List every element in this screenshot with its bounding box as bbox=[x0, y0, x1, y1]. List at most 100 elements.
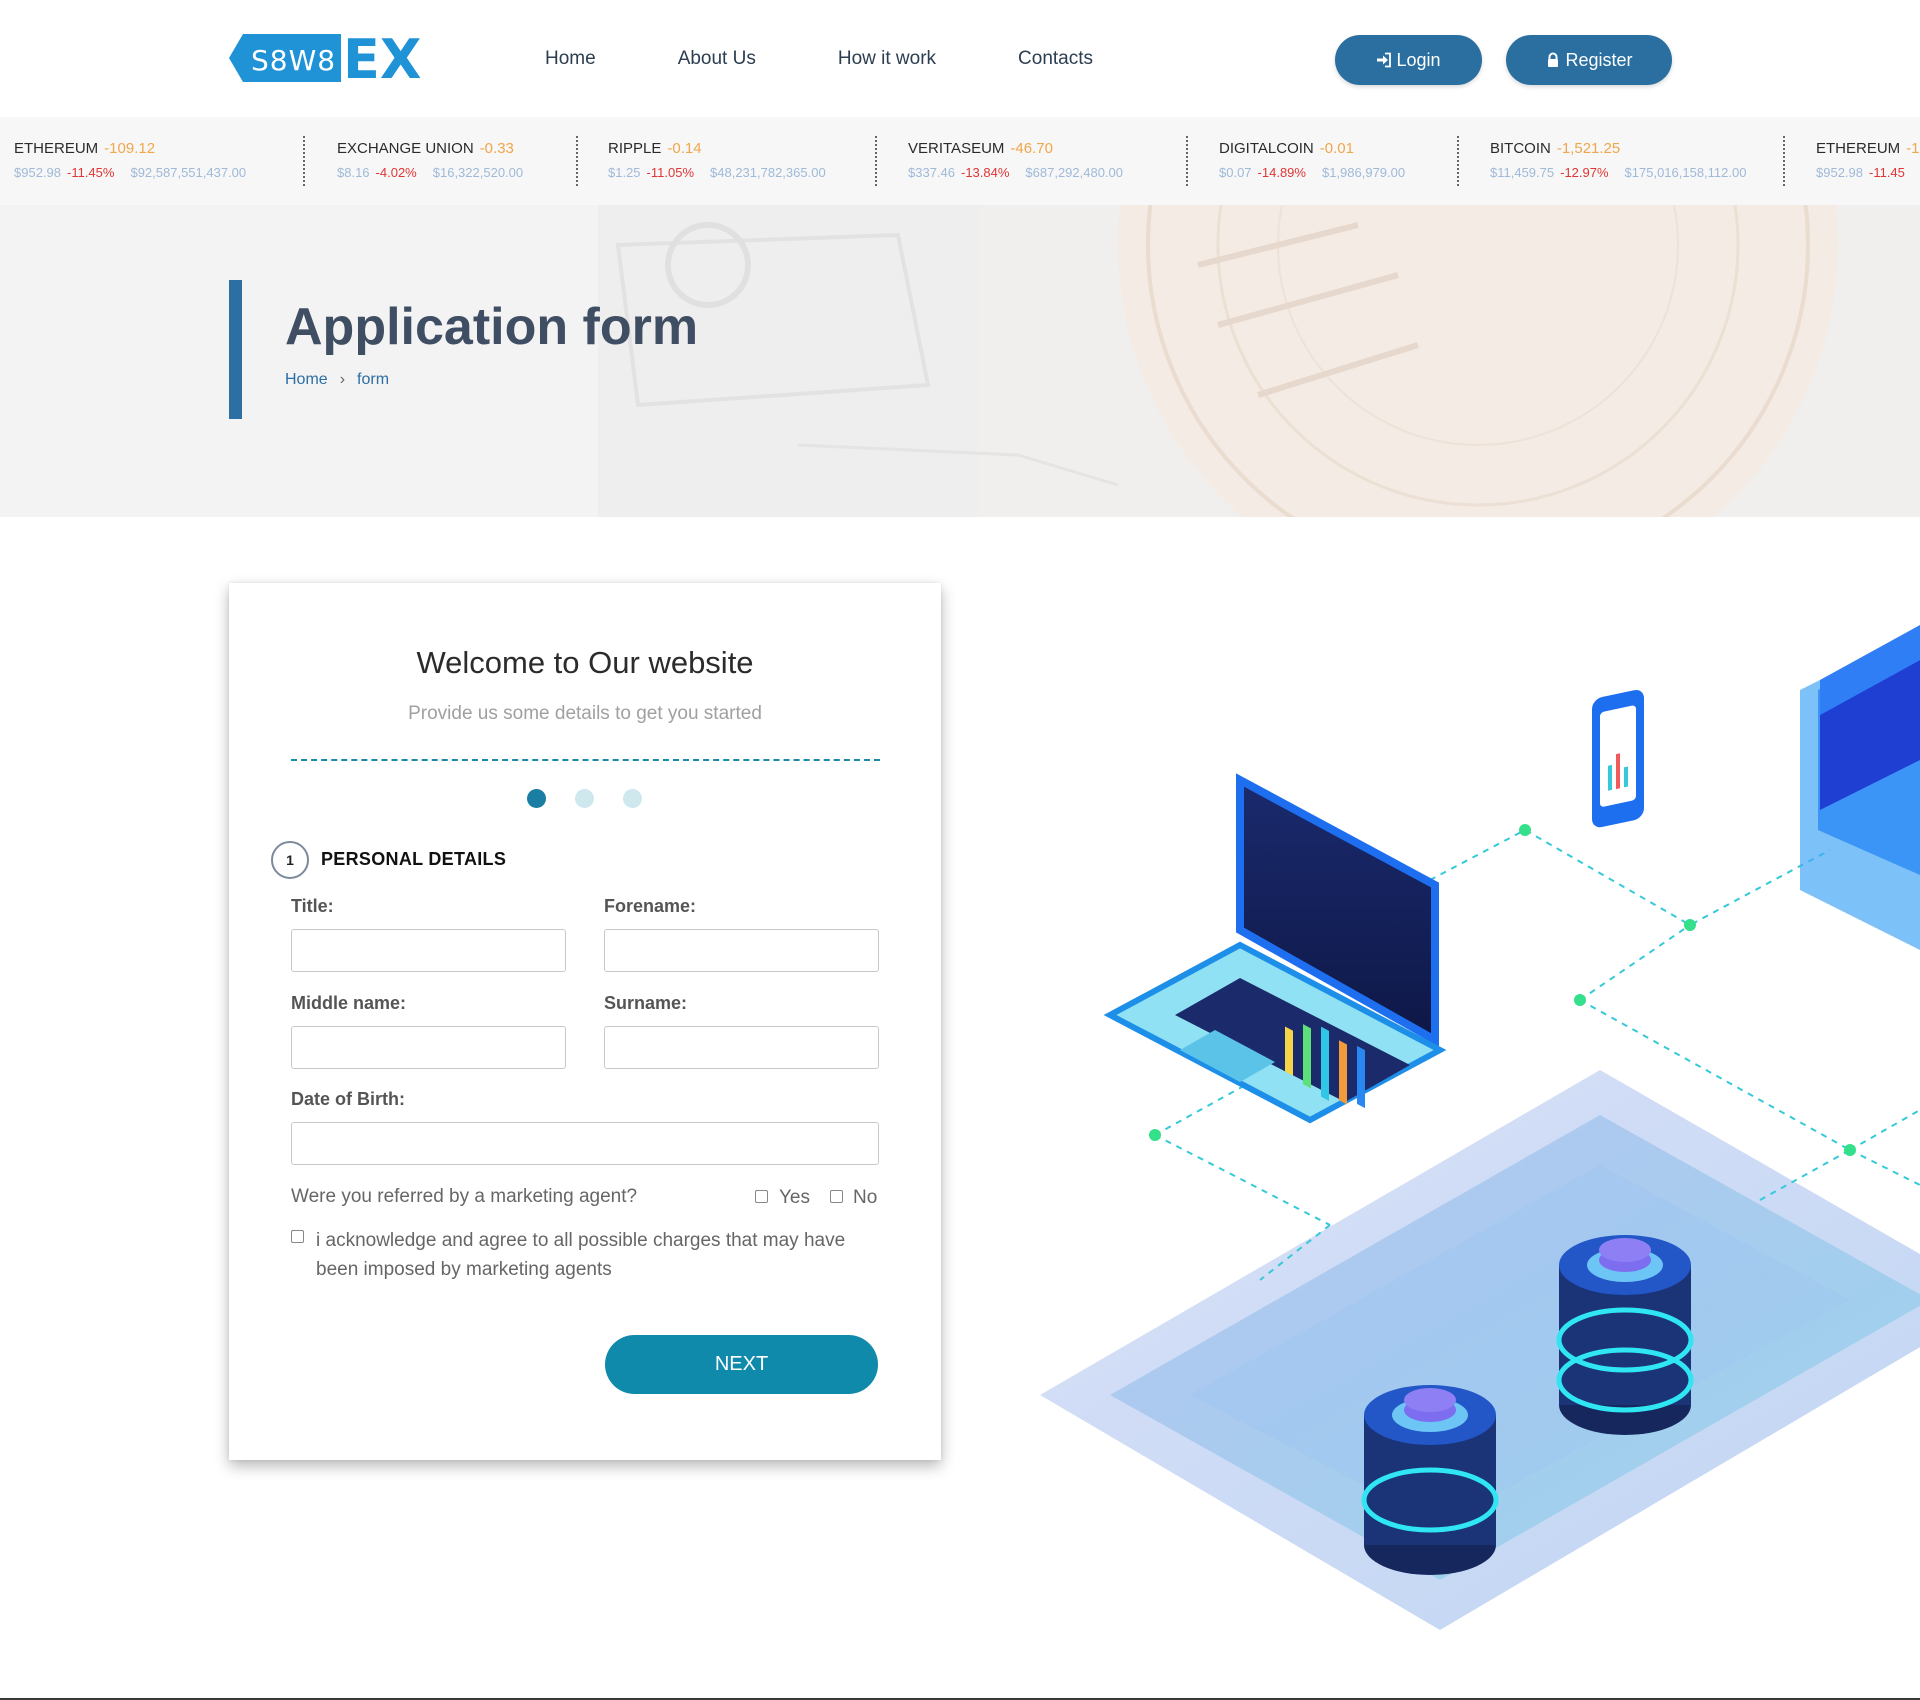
coin-stack-icon bbox=[1556, 1235, 1694, 1435]
sign-in-icon bbox=[1377, 52, 1392, 68]
coin-stack-icon bbox=[1361, 1385, 1499, 1575]
main-nav: Home About Us How it work Contacts bbox=[545, 46, 1093, 72]
forename-label: Forename: bbox=[604, 896, 697, 916]
middle-name-label: Middle name: bbox=[291, 993, 407, 1013]
surname-input[interactable] bbox=[604, 1026, 879, 1069]
coin-change: -0.01 bbox=[1319, 140, 1354, 157]
login-button[interactable]: Login bbox=[1335, 35, 1482, 85]
date-of-birth-label: Date of Birth: bbox=[291, 1089, 405, 1109]
step-title: PERSONAL DETAILS bbox=[321, 849, 507, 869]
login-label: Login bbox=[1396, 49, 1441, 70]
coin-cap: $92,587,551,437.00 bbox=[130, 165, 247, 180]
acknowledge-text: i acknowledge and agree to all possible … bbox=[316, 1230, 846, 1280]
coin-name: ETHEREUM bbox=[1816, 140, 1901, 157]
ticker-divider bbox=[576, 136, 578, 186]
coin-price: $952.98 bbox=[14, 165, 61, 180]
acknowledge-checkbox[interactable] bbox=[291, 1230, 304, 1243]
coin-change: -0.14 bbox=[667, 140, 702, 157]
coin-percent: -14.89% bbox=[1257, 165, 1306, 180]
step-dot-active[interactable] bbox=[527, 789, 546, 808]
coin-name: RIPPLE bbox=[608, 140, 662, 157]
coin-change: -1,521.25 bbox=[1556, 140, 1621, 157]
coin-name: DIGITALCOIN bbox=[1219, 140, 1314, 157]
ticker-item[interactable]: ETHEREUM -1 $952.98 -11.45 bbox=[1816, 139, 1920, 189]
banner-accent-bar bbox=[229, 280, 242, 419]
lock-icon bbox=[1548, 52, 1559, 67]
page-banner: Application form Home › form bbox=[0, 205, 1920, 517]
ticker-item[interactable]: EXCHANGE UNION -0.33 $8.16 -4.02% $16,322,5… bbox=[337, 139, 523, 189]
ticker-item[interactable]: ETHEREUM -109.12 $952.98 -11.45% $92,587,55… bbox=[14, 139, 246, 189]
laptop-icon bbox=[1103, 773, 1447, 1124]
step-dot[interactable] bbox=[623, 789, 642, 808]
ticker-item[interactable]: DIGITALCOIN -0.01 $0.07 -14.89% $1,986,979.… bbox=[1219, 139, 1405, 189]
coin-name: ETHEREUM bbox=[14, 140, 99, 157]
coin-price: $952.98 bbox=[1816, 165, 1863, 180]
step-dot[interactable] bbox=[575, 789, 594, 808]
form-heading: Welcome to Our website bbox=[416, 645, 754, 680]
bitcoin-background-image bbox=[598, 205, 1920, 517]
ticker-item[interactable]: BITCOIN -1,521.25 $11,459.75 -12.97% $175,0… bbox=[1490, 139, 1746, 189]
ticker-divider bbox=[1457, 136, 1459, 186]
nav-contacts[interactable]: Contacts bbox=[1018, 46, 1093, 72]
coin-percent: -13.84% bbox=[961, 165, 1010, 180]
referral-yes-checkbox[interactable] bbox=[755, 1190, 768, 1203]
server-cube-icon bbox=[1800, 625, 1920, 950]
coin-price: $11,459.75 bbox=[1490, 165, 1555, 180]
coin-change: -0.33 bbox=[479, 140, 514, 157]
step-indicator bbox=[527, 789, 671, 808]
coin-percent: -11.45 bbox=[1869, 165, 1905, 180]
coin-name: BITCOIN bbox=[1490, 140, 1551, 157]
ticker-divider bbox=[1783, 136, 1785, 186]
coin-percent: -12.97% bbox=[1560, 165, 1609, 180]
coin-price: $0.07 bbox=[1219, 165, 1252, 180]
breadcrumb: Home › form bbox=[285, 371, 389, 389]
nav-home[interactable]: Home bbox=[545, 46, 596, 72]
coin-name: VERITASEUM bbox=[908, 140, 1005, 157]
ticker-divider bbox=[875, 136, 877, 186]
coin-cap: $48,231,782,365.00 bbox=[710, 165, 826, 180]
svg-text:EX: EX bbox=[343, 30, 422, 86]
svg-text:S8W8: S8W8 bbox=[251, 44, 336, 77]
coin-price: $8.16 bbox=[337, 165, 370, 180]
coin-cap: $1,986,979.00 bbox=[1321, 165, 1406, 180]
referral-yes-label: Yes bbox=[779, 1187, 810, 1208]
coin-cap: $687,292,480.00 bbox=[1025, 165, 1124, 180]
register-label: Register bbox=[1565, 49, 1633, 70]
breadcrumb-current: form bbox=[357, 371, 390, 388]
nav-how-it-work[interactable]: How it work bbox=[838, 46, 936, 72]
breadcrumb-home[interactable]: Home bbox=[285, 371, 328, 388]
price-ticker: ETHEREUM -109.12 $952.98 -11.45% $92,587,55… bbox=[0, 117, 1920, 205]
coin-percent: -4.02% bbox=[375, 165, 417, 180]
coin-change: -109.12 bbox=[104, 140, 156, 157]
breadcrumb-separator: › bbox=[339, 371, 346, 388]
middle-name-input[interactable] bbox=[291, 1026, 566, 1069]
coin-cap: $16,322,520.00 bbox=[432, 165, 524, 180]
crypto-network-illustration bbox=[1040, 625, 1920, 1630]
surname-label: Surname: bbox=[604, 993, 688, 1013]
ticker-divider bbox=[303, 136, 305, 186]
coin-percent: -11.05% bbox=[646, 165, 695, 180]
coin-price: $337.46 bbox=[908, 165, 955, 180]
step-number-badge: 1 bbox=[271, 841, 309, 879]
coin-change: -1 bbox=[1906, 140, 1920, 157]
application-form-card: Welcome to Our website Provide us some d… bbox=[229, 583, 941, 1460]
title-label: Title: bbox=[291, 896, 334, 916]
ticker-item[interactable]: RIPPLE -0.14 $1.25 -11.05% $48,231,782,365.… bbox=[608, 139, 826, 189]
referral-question: Were you referred by a marketing agent? bbox=[291, 1186, 638, 1207]
coin-name: EXCHANGE UNION bbox=[337, 140, 474, 157]
register-button[interactable]: Register bbox=[1506, 35, 1672, 85]
coin-price: $1.25 bbox=[608, 165, 641, 180]
coin-cap: $175,016,158,112.00 bbox=[1624, 165, 1747, 180]
referral-no-checkbox[interactable] bbox=[830, 1190, 843, 1203]
date-of-birth-input[interactable] bbox=[291, 1122, 879, 1165]
referral-no-label: No bbox=[853, 1187, 878, 1208]
sawaex-logo[interactable]: S8W8 EX bbox=[229, 30, 443, 86]
ticker-item[interactable]: VERITASEUM -46.70 $337.46 -13.84% $687,292,… bbox=[908, 139, 1123, 189]
forename-input[interactable] bbox=[604, 929, 879, 972]
dashed-divider bbox=[291, 759, 880, 761]
next-button[interactable]: NEXT bbox=[605, 1335, 878, 1394]
title-input[interactable] bbox=[291, 929, 566, 972]
ticker-divider bbox=[1186, 136, 1188, 186]
phone-icon bbox=[1592, 690, 1644, 828]
nav-about-us[interactable]: About Us bbox=[678, 46, 756, 72]
